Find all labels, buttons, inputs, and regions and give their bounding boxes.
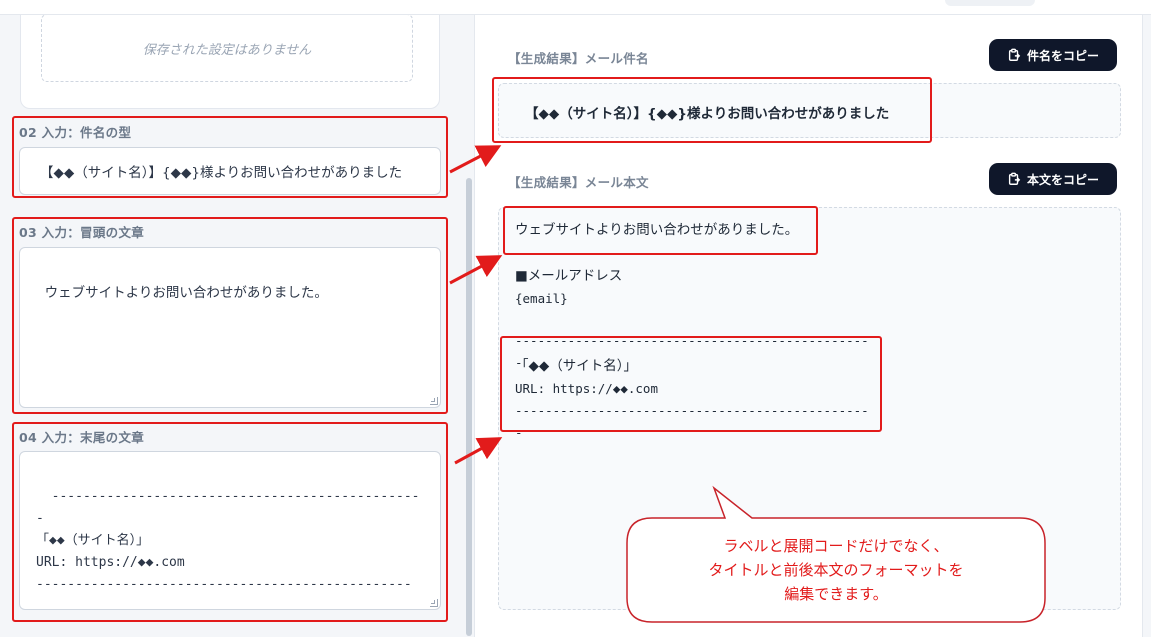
intro-text-label: 03 入力：冒頭の文章 xyxy=(19,225,145,240)
subject-result-label: 【生成結果】メール件名 xyxy=(508,51,649,66)
footer-text-value: ----------------------------------------… xyxy=(36,489,420,592)
body-field-label: ■メールアドレス xyxy=(515,268,623,284)
body-divider-bottom: ----------------------------------------… xyxy=(515,403,869,440)
left-scrollbar[interactable] xyxy=(466,178,472,636)
body-intro: ウェブサイトよりお問い合わせがありました。 xyxy=(515,222,799,238)
clipboard-copy-icon xyxy=(1008,48,1021,61)
top-bar-tab xyxy=(945,0,1035,6)
body-field-value: {email} xyxy=(515,291,568,306)
saved-settings-empty: 保存された設定はありません xyxy=(41,15,413,82)
body-site-name: 「◆◆（サイト名）」 xyxy=(515,358,638,374)
body-url: URL: https://◆◆.com xyxy=(515,381,658,396)
resize-handle[interactable] xyxy=(430,397,438,405)
top-bar xyxy=(0,0,1151,15)
resize-handle[interactable] xyxy=(430,599,438,607)
subject-result-text: 【◆◆（サイト名）】{◆◆}様よりお問い合わせがありました xyxy=(525,106,890,122)
copy-body-label: 本文をコピー xyxy=(1026,172,1099,187)
saved-settings-card: 保存された設定はありません xyxy=(20,15,440,109)
callout-line-3: 編集できます。 xyxy=(784,585,888,603)
subject-template-input[interactable]: 【◆◆（サイト名）】{◆◆}様よりお問い合わせがありました xyxy=(19,147,441,195)
copy-body-button[interactable]: 本文をコピー xyxy=(989,163,1117,195)
right-edge xyxy=(1142,15,1151,637)
body-result-label: 【生成結果】メール本文 xyxy=(508,175,649,190)
footer-text-label: 04 入力：末尾の文章 xyxy=(19,430,145,445)
callout-line-1: ラベルと展開コードだけでなく、 xyxy=(723,537,949,555)
subject-template-label: 02 入力：件名の型 xyxy=(19,125,132,140)
copy-subject-button[interactable]: 件名をコピー xyxy=(989,39,1117,71)
callout-text: ラベルと展開コードだけでなく、 タイトルと前後本文のフォーマットを 編集できます… xyxy=(628,534,1044,606)
intro-text-value: ウェブサイトよりお問い合わせがありました。 xyxy=(44,285,328,301)
clipboard-copy-icon xyxy=(1008,172,1021,185)
footer-text-textarea[interactable]: ----------------------------------------… xyxy=(19,451,441,610)
callout-line-2: タイトルと前後本文のフォーマットを xyxy=(708,561,964,579)
intro-text-textarea[interactable]: ウェブサイトよりお問い合わせがありました。 xyxy=(19,247,441,408)
copy-subject-label: 件名をコピー xyxy=(1026,48,1099,63)
